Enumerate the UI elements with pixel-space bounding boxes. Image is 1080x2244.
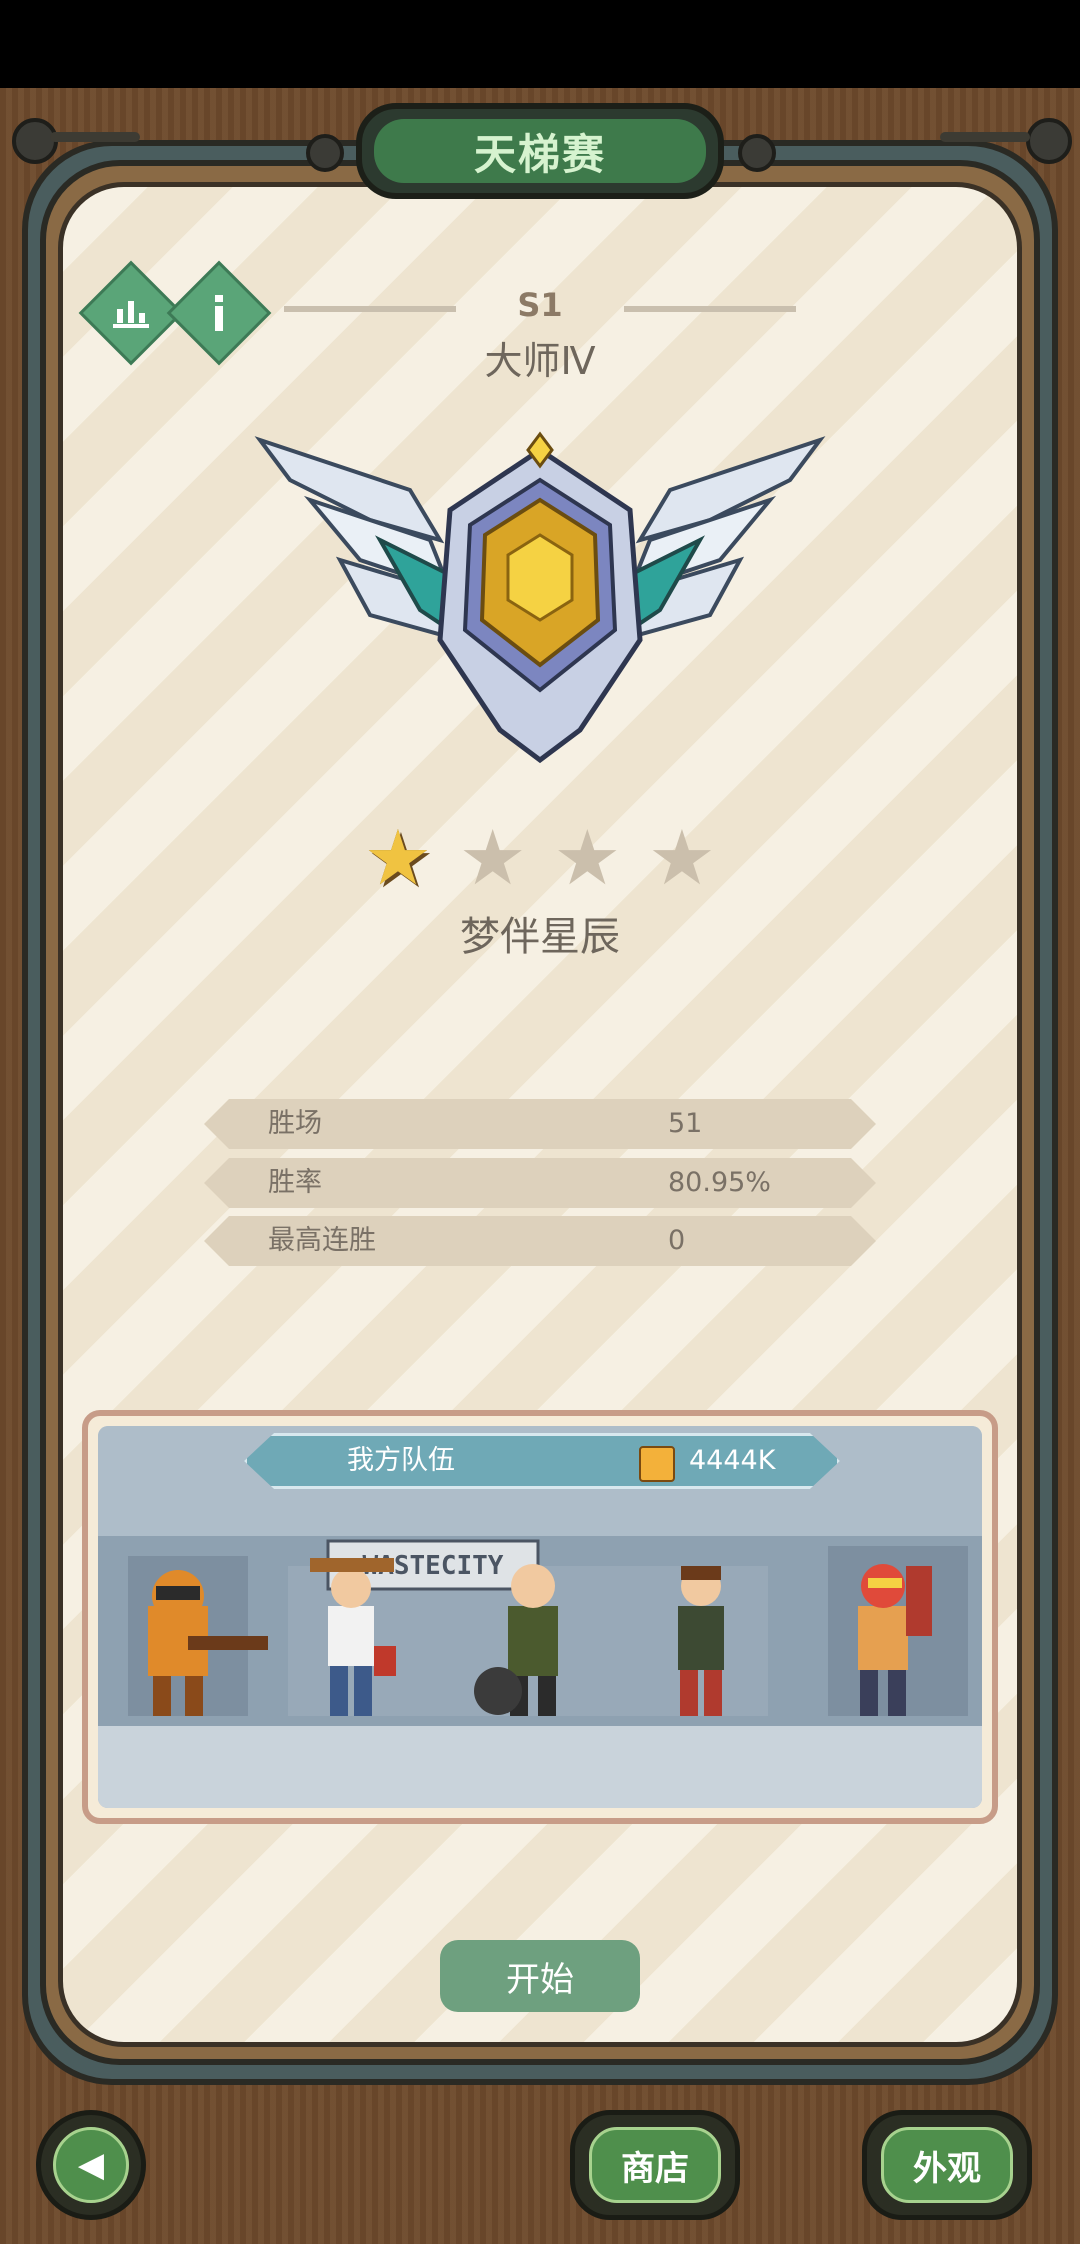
stat-row-streak: 最高连胜 0 xyxy=(204,1216,876,1266)
shop-button[interactable]: 商店 xyxy=(570,2110,740,2220)
shop-label: 商店 xyxy=(589,2127,721,2203)
stat-label: 最高连胜 xyxy=(268,1225,376,1256)
title-plate: 天梯赛 xyxy=(356,103,724,199)
back-icon: ◀ xyxy=(53,2127,129,2203)
stat-value: 0 xyxy=(668,1225,686,1256)
rank-emblem xyxy=(254,431,826,764)
stat-label: 胜率 xyxy=(268,1167,322,1198)
season-label: S1 xyxy=(517,286,563,324)
leaderboard-icon xyxy=(97,279,165,347)
stat-value: 80.95% xyxy=(668,1167,771,1198)
star-icon: ★ xyxy=(553,813,622,902)
appearance-label: 外观 xyxy=(881,2127,1013,2203)
season-divider-right xyxy=(624,306,796,312)
team-header: 我方队伍 4444K xyxy=(244,1433,840,1489)
bolt-title-right xyxy=(738,134,776,172)
season-divider-left xyxy=(284,306,456,312)
pipe-left xyxy=(50,132,140,142)
fist-icon xyxy=(639,1446,675,1482)
appearance-button[interactable]: 外观 xyxy=(862,2110,1032,2220)
star-icon: ★ xyxy=(363,813,433,902)
team-label: 我方队伍 xyxy=(347,1445,455,1476)
rank-title: 梦伴星辰 xyxy=(460,914,620,960)
rank-stars: ★ ★ ★ ★ xyxy=(360,820,720,900)
bolt-right xyxy=(1026,118,1072,164)
page-title: 天梯赛 xyxy=(374,119,706,183)
stat-label: 胜场 xyxy=(268,1108,322,1139)
stat-row-winrate: 胜率 80.95% xyxy=(204,1158,876,1208)
rank-name: 大师Ⅳ xyxy=(484,339,596,383)
start-button[interactable]: 开始 xyxy=(440,1940,640,2012)
status-bar xyxy=(0,0,1080,88)
stat-value: 51 xyxy=(668,1108,703,1139)
info-icon xyxy=(185,279,253,347)
back-button[interactable]: ◀ xyxy=(36,2110,146,2220)
star-icon: ★ xyxy=(647,813,717,902)
pipe-right xyxy=(940,132,1030,142)
star-icon: ★ xyxy=(458,813,527,902)
stat-row-wins: 胜场 51 xyxy=(204,1099,876,1149)
bolt-title-left xyxy=(306,134,344,172)
team-power: 4444K xyxy=(689,1445,776,1476)
